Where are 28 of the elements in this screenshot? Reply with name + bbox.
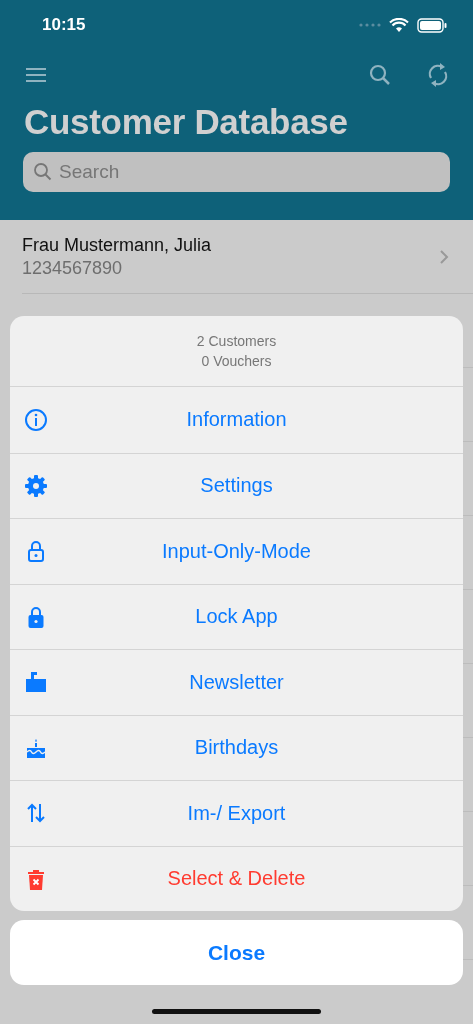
customer-name: Frau Mustermann, Julia [22,234,213,256]
customer-number: 1234567890 [22,257,124,279]
chevron-icon [439,248,449,265]
signal-icon [359,22,381,28]
action-item[interactable]: Settings [10,452,463,518]
search-icon [33,162,53,182]
customer-row[interactable]: Frau Mustermann, Julia 1234567890 [22,220,473,294]
refresh-icon[interactable] [427,62,449,88]
page-title: Customer Database [24,102,349,142]
menu-icon[interactable] [24,66,48,84]
summary-text: 0 Vouchers [201,353,272,369]
status-time: 10:15 [42,15,86,35]
battery-icon [417,17,447,33]
settings-icon [24,473,48,498]
summary-text: 2 Customers [196,333,277,349]
action-item[interactable]: Newsletter [10,649,463,715]
info-icon [24,407,48,432]
mailbox-icon [24,670,48,695]
search-icon[interactable] [369,64,391,86]
wifi-icon [389,17,409,33]
action-item[interactable]: Im-/ Export [10,780,463,846]
action-item[interactable]: Select & Delete [10,845,463,911]
close-button[interactable]: Close [10,920,463,985]
action-item[interactable]: Lock App [10,583,463,649]
action-item[interactable]: Birthdays [10,714,463,780]
action-item[interactable]: Information [10,387,463,453]
search-field[interactable]: Search [23,152,450,192]
action-item[interactable]: Input-Only-Mode [10,518,463,584]
